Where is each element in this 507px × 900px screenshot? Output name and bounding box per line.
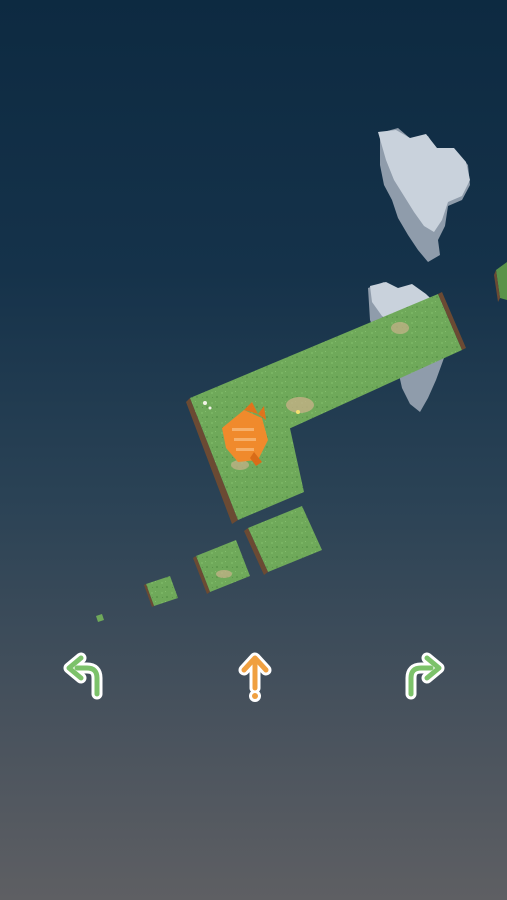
tile-step-2	[193, 540, 250, 594]
forward-button[interactable]	[227, 648, 283, 704]
turn-right-button[interactable]	[393, 648, 449, 704]
cloud-upper	[378, 128, 470, 262]
distant-tile	[494, 262, 507, 302]
tile-step-1	[244, 506, 322, 575]
game-world	[96, 128, 507, 622]
main-platform	[186, 292, 466, 524]
forward-arrow-icon	[238, 652, 272, 702]
turn-left-button[interactable]	[59, 648, 115, 704]
turn-right-arrow-icon	[405, 652, 445, 700]
tile-step-4	[96, 614, 104, 622]
game-scene	[0, 0, 507, 900]
tile-step-3	[144, 576, 178, 607]
turn-left-arrow-icon	[63, 652, 103, 700]
